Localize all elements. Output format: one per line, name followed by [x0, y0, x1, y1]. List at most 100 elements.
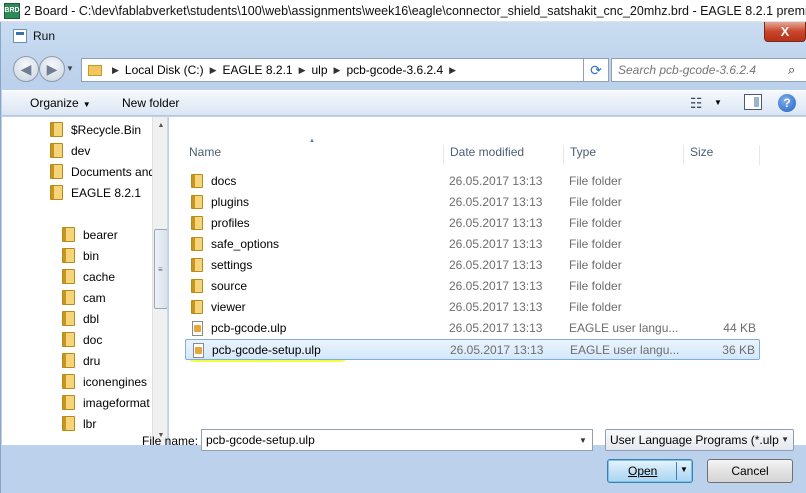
- table-row[interactable]: plugins 26.05.2017 13:13 File folder: [185, 192, 760, 213]
- file-size: 36 KB: [722, 343, 755, 357]
- file-type: File folder: [569, 174, 622, 188]
- folder-icon: [62, 332, 75, 347]
- scrollbar-thumb[interactable]: ≡: [154, 229, 167, 309]
- file-date: 26.05.2017 13:13: [449, 258, 543, 272]
- column-header-date[interactable]: Date modified: [444, 145, 564, 165]
- help-icon[interactable]: ?: [778, 94, 796, 112]
- tree-item-cam[interactable]: cam: [62, 287, 106, 308]
- file-date: 26.05.2017 13:13: [450, 343, 544, 357]
- folder-icon: [62, 311, 75, 326]
- recent-locations-dropdown[interactable]: ▼: [66, 64, 74, 73]
- folder-icon: [62, 248, 75, 263]
- chevron-down-icon[interactable]: ▼: [714, 98, 722, 107]
- refresh-button[interactable]: ⟳: [583, 58, 609, 82]
- tree-item-imageformats[interactable]: imageformat: [62, 392, 150, 413]
- file-type: File folder: [569, 279, 622, 293]
- tree-item-cache[interactable]: cache: [62, 266, 115, 287]
- file-date: 26.05.2017 13:13: [449, 279, 543, 293]
- tree-item-dev[interactable]: dev: [50, 140, 90, 161]
- tree-item-dbl[interactable]: dbl: [62, 308, 99, 329]
- forward-button[interactable]: ▶: [39, 56, 65, 82]
- tree-item-bearer[interactable]: bearer: [62, 224, 118, 245]
- tree-item-label: $Recycle.Bin: [71, 122, 142, 137]
- table-row[interactable]: docs 26.05.2017 13:13 File folder: [185, 171, 760, 192]
- open-button[interactable]: Open ▼: [607, 459, 693, 483]
- forward-arrow-icon: ▶: [46, 60, 58, 77]
- back-button[interactable]: ◀: [13, 56, 39, 82]
- view-options-icon[interactable]: ☷: [690, 95, 703, 112]
- file-name: viewer: [211, 300, 246, 314]
- navigation-scrollbar[interactable]: ▲ ≡ ▼: [152, 117, 167, 445]
- tree-item-bin[interactable]: bin: [62, 245, 99, 266]
- chevron-right-icon[interactable]: ▶: [334, 65, 341, 76]
- scroll-up-icon[interactable]: ▲: [153, 117, 167, 133]
- file-size: 44 KB: [723, 321, 756, 335]
- file-date: 26.05.2017 13:13: [449, 300, 543, 314]
- refresh-icon: ⟳: [590, 61, 602, 78]
- breadcrumb-eagle[interactable]: EAGLE 8.2.1: [223, 63, 293, 77]
- file-type-select[interactable]: User Language Programs (*.ulp ▼: [605, 429, 794, 451]
- board-app-icon[interactable]: BRD: [4, 2, 20, 19]
- breadcrumb-pcb-gcode[interactable]: pcb-gcode-3.6.2.4: [346, 63, 443, 77]
- file-type-value: User Language Programs (*.ulp: [610, 433, 779, 447]
- close-button[interactable]: X: [764, 22, 806, 42]
- cancel-button[interactable]: Cancel: [707, 459, 793, 483]
- table-row[interactable]: settings 26.05.2017 13:13 File folder: [185, 255, 760, 276]
- file-name: safe_options: [211, 237, 280, 251]
- folder-icon: [191, 279, 203, 293]
- tree-item-documents[interactable]: Documents and: [50, 161, 155, 182]
- file-name-input[interactable]: [202, 431, 574, 449]
- tree-item-iconengines[interactable]: iconengines: [62, 371, 147, 392]
- search-input[interactable]: [616, 60, 784, 80]
- search-icon[interactable]: ⌕: [788, 62, 795, 78]
- tree-item-eagle[interactable]: EAGLE 8.2.1: [50, 182, 141, 203]
- table-row[interactable]: source 26.05.2017 13:13 File folder: [185, 276, 760, 297]
- chevron-right-icon[interactable]: ▶: [299, 65, 306, 76]
- chevron-right-icon[interactable]: ▶: [210, 65, 217, 76]
- tree-item-dru[interactable]: dru: [62, 350, 100, 371]
- folder-icon: [62, 290, 75, 305]
- column-header-type[interactable]: Type: [564, 145, 684, 165]
- table-row-selected[interactable]: pcb-gcode-setup.ulp 26.05.2017 13:13 EAG…: [185, 339, 760, 360]
- file-type: EAGLE user langu...: [570, 343, 680, 357]
- chevron-right-icon[interactable]: ▶: [112, 65, 119, 76]
- file-name: docs: [211, 174, 237, 188]
- file-list: ▲ Name Date modified Type Size docs 26.0…: [169, 117, 806, 445]
- chevron-right-icon[interactable]: ▶: [449, 65, 456, 76]
- preview-pane-icon[interactable]: [744, 94, 762, 110]
- file-type: File folder: [569, 216, 622, 230]
- table-row[interactable]: safe_options 26.05.2017 13:13 File folde…: [185, 234, 760, 255]
- tree-item-lbr[interactable]: lbr: [62, 413, 96, 434]
- file-name: pcb-gcode.ulp: [211, 321, 287, 335]
- search-box[interactable]: ⌕: [611, 58, 806, 82]
- column-header-name[interactable]: Name: [183, 145, 444, 165]
- address-bar[interactable]: ▶ Local Disk (C:) ▶ EAGLE 8.2.1 ▶ ulp ▶ …: [81, 58, 601, 82]
- breadcrumb-local-disk[interactable]: Local Disk (C:): [125, 63, 204, 77]
- tree-item-label: bearer: [83, 227, 118, 242]
- folder-icon: [191, 195, 203, 209]
- table-row[interactable]: profiles 26.05.2017 13:13 File folder: [185, 213, 760, 234]
- folder-icon: [62, 374, 75, 389]
- folder-icon: [191, 237, 203, 251]
- dialog-title-bar: Run: [1, 22, 806, 50]
- tree-item-recycle-bin[interactable]: $Recycle.Bin: [50, 119, 141, 140]
- folder-icon: [62, 416, 75, 431]
- chevron-down-icon: ▼: [82, 100, 91, 109]
- close-icon: X: [780, 24, 790, 39]
- table-row[interactable]: viewer 26.05.2017 13:13 File folder: [185, 297, 760, 318]
- chevron-down-icon[interactable]: ▼: [680, 465, 688, 474]
- run-window-icon: [13, 29, 27, 43]
- tree-item-label: Documents and: [71, 164, 156, 179]
- file-type: EAGLE user langu...: [569, 321, 679, 335]
- breadcrumb-ulp[interactable]: ulp: [312, 63, 328, 77]
- organize-button[interactable]: Organize ▼: [30, 96, 91, 110]
- folder-icon: [88, 64, 102, 76]
- chevron-down-icon[interactable]: ▼: [574, 436, 592, 445]
- file-type: File folder: [569, 258, 622, 272]
- new-folder-button[interactable]: New folder: [122, 96, 179, 110]
- table-row[interactable]: pcb-gcode.ulp 26.05.2017 13:13 EAGLE use…: [185, 318, 760, 339]
- file-name-combo[interactable]: ▼: [201, 429, 593, 451]
- folder-icon: [50, 143, 63, 158]
- column-header-size[interactable]: Size: [684, 145, 760, 165]
- tree-item-doc[interactable]: doc: [62, 329, 102, 350]
